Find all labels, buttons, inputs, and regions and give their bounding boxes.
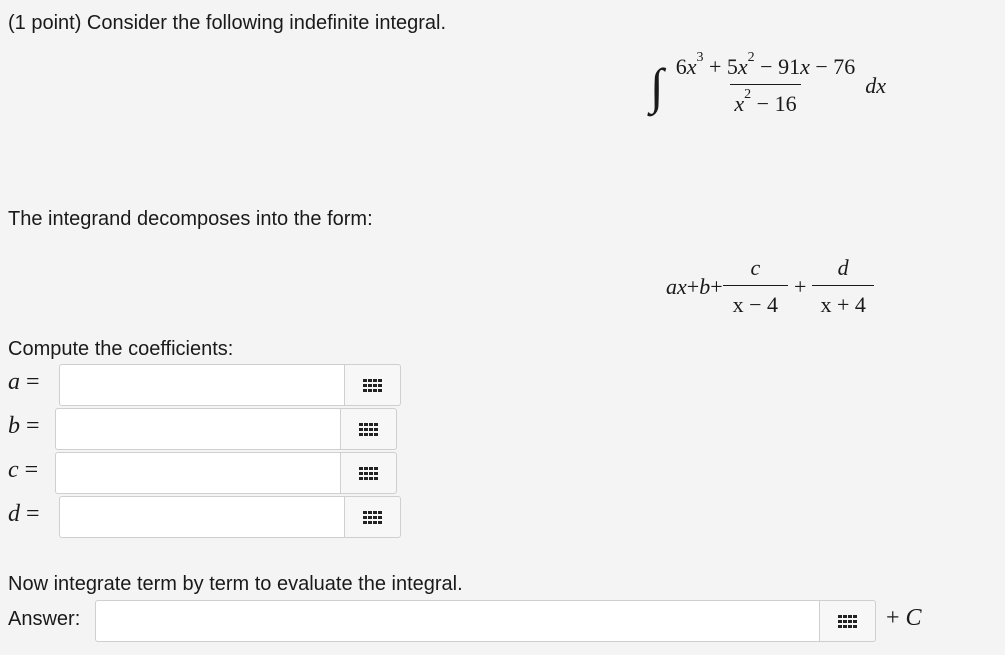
- coef-b-matrix-button[interactable]: [341, 408, 397, 450]
- decomposition-expression: ax + b + c x − 4 + d x + 4: [666, 255, 874, 318]
- coef-a-matrix-button[interactable]: [345, 364, 401, 406]
- plus-c-constant: + C: [886, 605, 922, 631]
- coef-d-matrix-button[interactable]: [345, 496, 401, 538]
- intro-text: (1 point) Consider the following indefin…: [8, 12, 447, 34]
- integrate-text: Now integrate term by term to evaluate t…: [8, 573, 463, 595]
- grid-icon: [363, 510, 382, 524]
- answer-matrix-button[interactable]: [820, 600, 876, 642]
- answer-label: Answer:: [8, 608, 81, 630]
- coef-c-matrix-button[interactable]: [341, 452, 397, 494]
- integrand-denominator: x2 − 16: [730, 84, 801, 117]
- integrand-fraction: 6x3 + 5x2 − 91x − 76 x2 − 16: [672, 50, 860, 117]
- coef-d-label: d =: [8, 501, 40, 527]
- compute-text: Compute the coefficients:: [8, 338, 234, 360]
- grid-icon: [359, 422, 378, 436]
- dx-symbol: dx: [865, 72, 887, 98]
- coef-c-label: c =: [8, 457, 39, 483]
- coef-a-label: a =: [8, 369, 40, 395]
- integral-expression: ∫ 6x3 + 5x2 − 91x − 76 x2 − 16 dx: [650, 50, 887, 117]
- decomp-fraction-d: d x + 4: [812, 255, 874, 318]
- decompose-text: The integrand decomposes into the form:: [8, 208, 373, 230]
- coef-b-label: b =: [8, 413, 40, 439]
- coef-b-input[interactable]: [55, 408, 341, 450]
- coef-a-input[interactable]: [59, 364, 345, 406]
- grid-icon: [359, 466, 378, 480]
- grid-icon: [838, 614, 857, 628]
- integral-sign: ∫: [650, 57, 664, 114]
- grid-icon: [363, 378, 382, 392]
- coef-c-input[interactable]: [55, 452, 341, 494]
- coef-d-input[interactable]: [59, 496, 345, 538]
- integrand-numerator: 6x3 + 5x2 − 91x − 76: [675, 50, 856, 79]
- answer-input[interactable]: [95, 600, 820, 642]
- decomp-fraction-c: c x − 4: [722, 255, 789, 318]
